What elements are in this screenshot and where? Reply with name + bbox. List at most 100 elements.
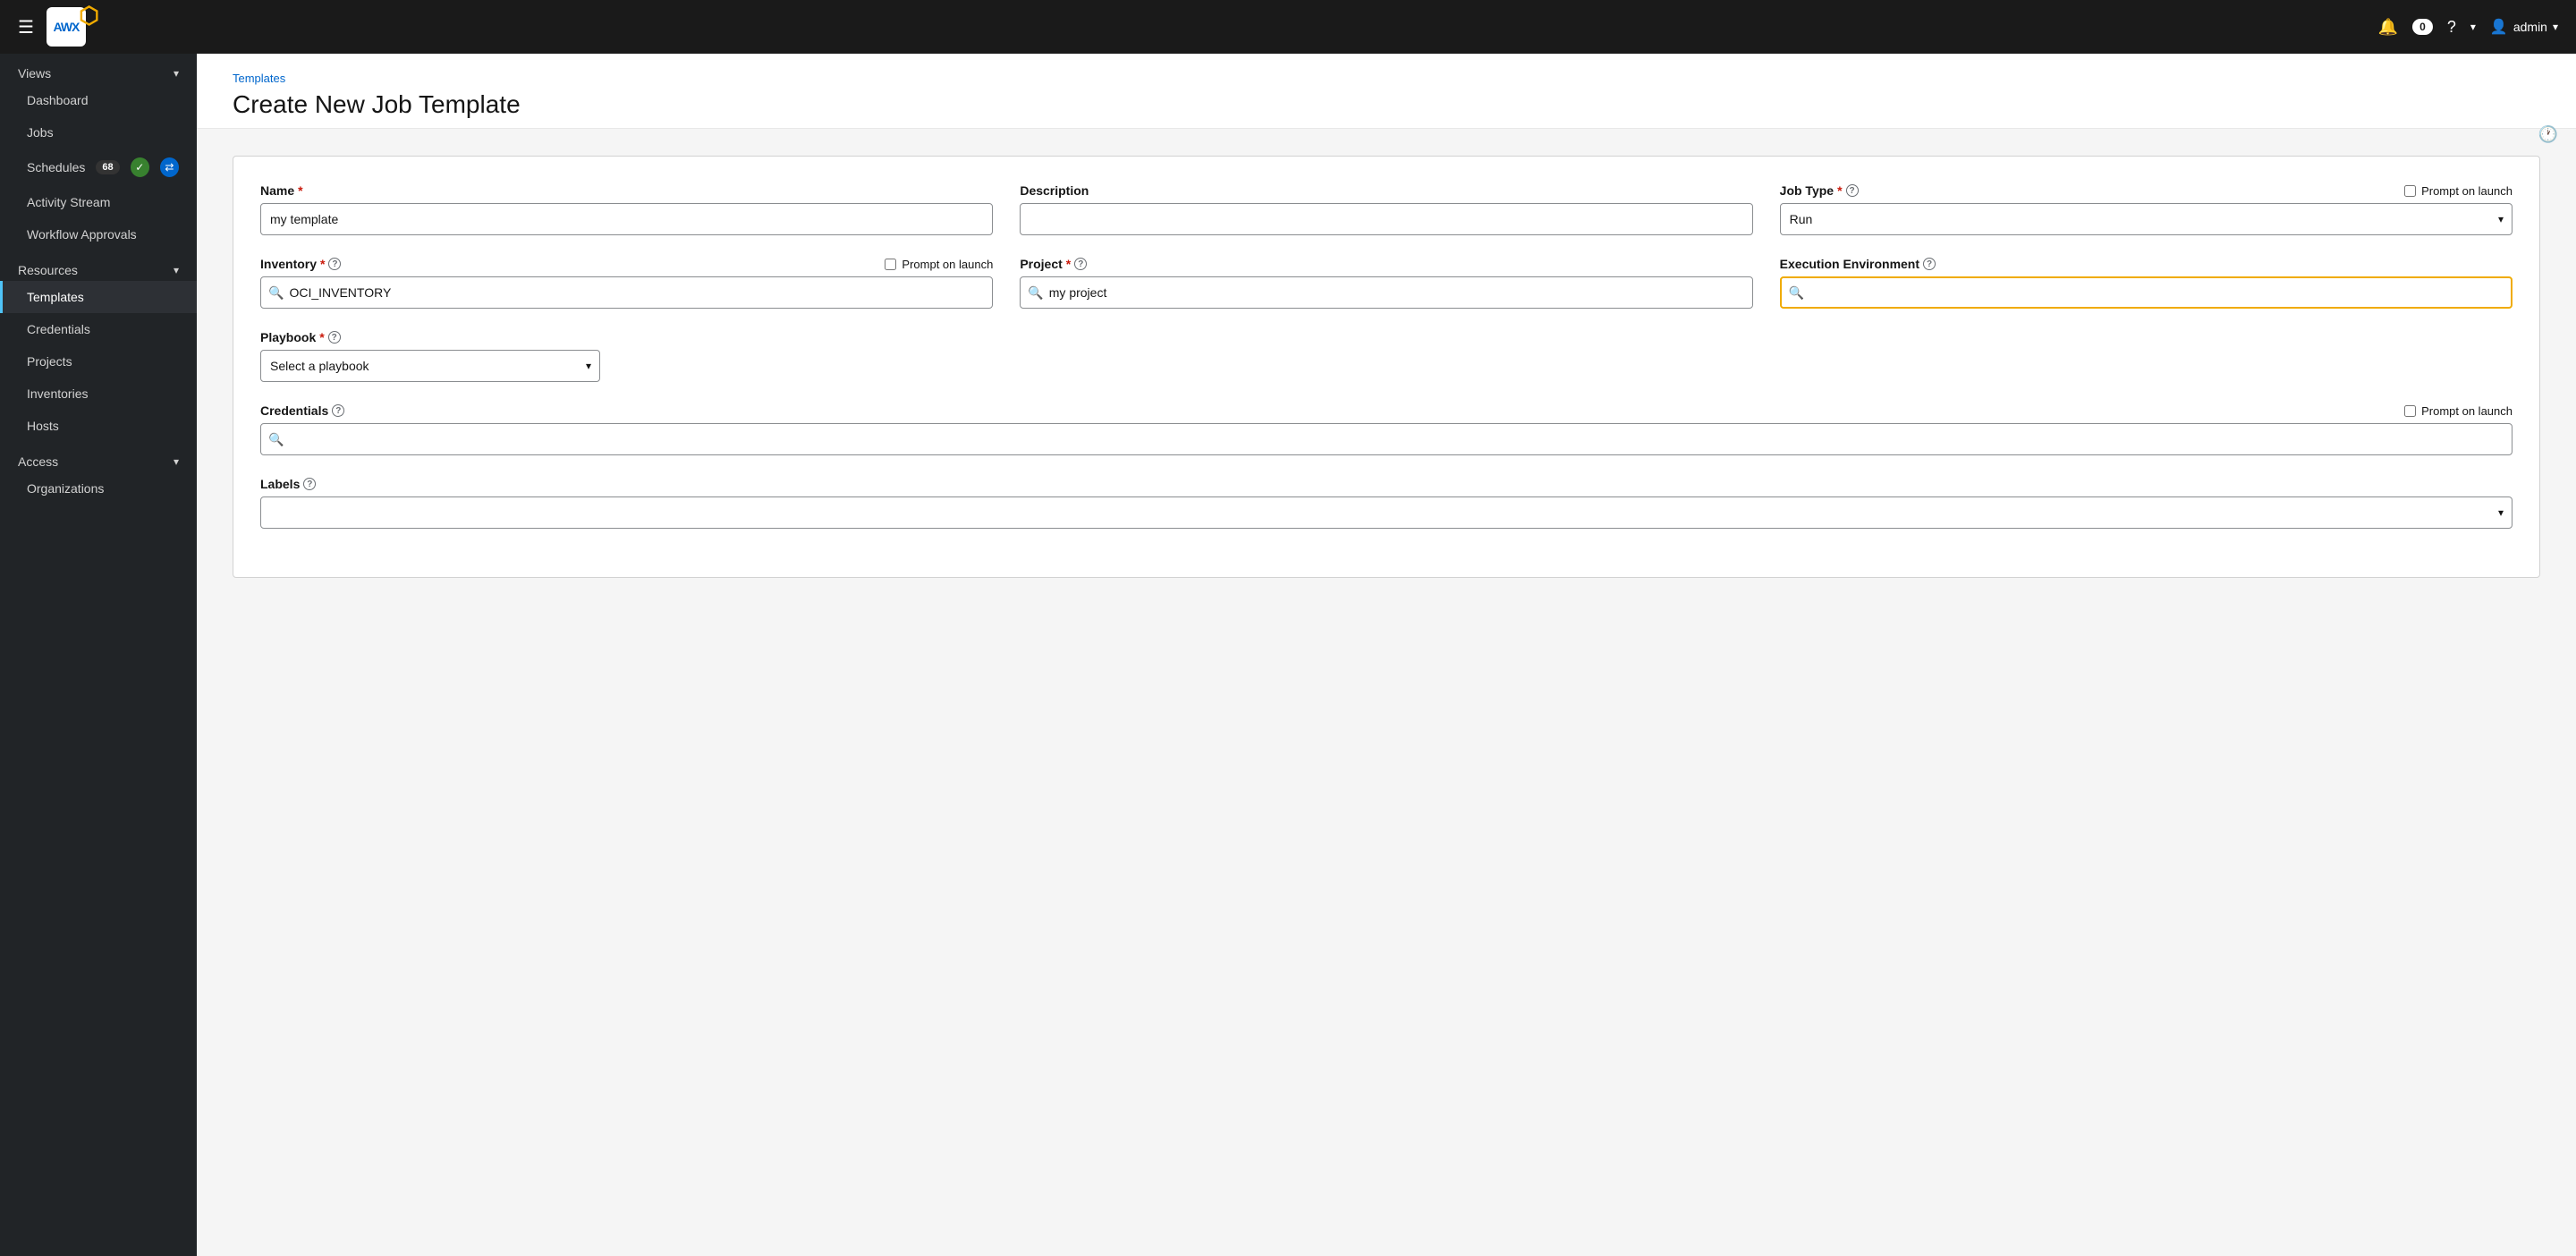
playbook-required-star: * (319, 330, 324, 344)
credentials-prompt-checkbox[interactable] (2404, 405, 2416, 417)
sidebar-item-dashboard[interactable]: Dashboard (0, 84, 197, 116)
inventory-label: Inventory * ? (260, 257, 341, 271)
inventory-prompt-group: Prompt on launch (885, 258, 993, 271)
credentials-label: Credentials ? (260, 403, 344, 418)
labels-help-icon[interactable]: ? (303, 478, 316, 490)
execution-env-input[interactable] (1809, 285, 2504, 300)
form-row-5: Labels ? ▾ (260, 477, 2512, 529)
name-label: Name * (260, 183, 993, 198)
labels-label: Labels ? (260, 477, 2512, 491)
project-required-star: * (1066, 257, 1071, 271)
notifications-bell-icon[interactable]: 🔔 (2378, 18, 2398, 37)
labels-select-wrap: ▾ (260, 496, 2512, 529)
help-icon[interactable]: ? (2447, 18, 2456, 37)
name-input[interactable] (260, 203, 993, 235)
user-chevron-icon[interactable]: ▾ (2553, 21, 2558, 33)
sidebar-item-workflow-approvals[interactable]: Workflow Approvals (0, 218, 197, 250)
access-section-header: Access ▾ (0, 442, 197, 472)
labels-select[interactable] (260, 496, 2512, 529)
credentials-label-row: Credentials ? Prompt on launch (260, 403, 2512, 418)
sidebar-item-projects[interactable]: Projects (0, 345, 197, 378)
execution-env-label: Execution Environment ? (1780, 257, 2512, 271)
schedules-count-badge: 68 (96, 160, 119, 174)
execution-env-search-wrap[interactable]: 🔍 (1780, 276, 2512, 309)
help-chevron-icon[interactable]: ▾ (2470, 21, 2476, 33)
notification-count-badge: 0 (2412, 19, 2433, 35)
execution-env-search-icon: 🔍 (1789, 285, 1804, 301)
job-type-required-star: * (1837, 183, 1842, 198)
views-chevron-icon[interactable]: ▾ (174, 67, 179, 80)
access-chevron-icon[interactable]: ▾ (174, 455, 179, 468)
job-type-prompt-group: Prompt on launch (2404, 184, 2512, 198)
execution-env-field-group: Execution Environment ? 🔍 (1780, 257, 2512, 309)
project-field-group: Project * ? 🔍 (1020, 257, 1752, 309)
description-label: Description (1020, 183, 1752, 198)
history-icon[interactable]: 🕐 (2538, 125, 2558, 143)
form-row-1: Name * Description (260, 183, 2512, 235)
page-title: Create New Job Template (233, 90, 2540, 119)
credentials-prompt-group: Prompt on launch (2404, 404, 2512, 418)
credentials-help-icon[interactable]: ? (332, 404, 344, 417)
inventory-search-icon: 🔍 (268, 285, 284, 301)
execution-env-help-icon[interactable]: ? (1923, 258, 1936, 270)
hamburger-menu-icon[interactable]: ☰ (18, 16, 34, 38)
job-type-label: Job Type * ? (1780, 183, 1859, 198)
form-area: Name * Description (197, 129, 2576, 1256)
credentials-search-wrap[interactable]: 🔍 (260, 423, 2512, 455)
hex-decoration: ⬡ (79, 2, 98, 30)
resources-section-header: Resources ▾ (0, 250, 197, 281)
user-menu[interactable]: 👤 admin ▾ (2490, 18, 2558, 36)
sidebar-item-hosts[interactable]: Hosts (0, 410, 197, 442)
playbook-select[interactable]: Select a playbook (260, 350, 600, 382)
job-type-select-wrap: Run ▾ (1780, 203, 2512, 235)
schedules-blue-badge: ⇄ (160, 157, 179, 177)
job-type-select[interactable]: Run (1780, 203, 2512, 235)
name-required-star: * (298, 183, 302, 198)
sidebar-item-templates[interactable]: Templates (0, 281, 197, 313)
description-input[interactable] (1020, 203, 1752, 235)
inventory-input[interactable] (289, 285, 985, 300)
sidebar-item-activity-stream[interactable]: Activity Stream (0, 186, 197, 218)
job-type-help-icon[interactable]: ? (1846, 184, 1859, 197)
inventory-prompt-checkbox[interactable] (885, 259, 896, 270)
form-row-2: Inventory * ? Prompt on launch 🔍 (260, 257, 2512, 309)
job-type-label-row: Job Type * ? Prompt on launch (1780, 183, 2512, 198)
schedules-green-badge: ✓ (131, 157, 149, 177)
project-search-wrap[interactable]: 🔍 (1020, 276, 1752, 309)
playbook-field-group: Playbook * ? Select a playbook ▾ (260, 330, 600, 382)
inventory-search-wrap[interactable]: 🔍 (260, 276, 993, 309)
form-card: Name * Description (233, 156, 2540, 578)
views-section-header: Views ▾ (0, 54, 197, 84)
name-field-group: Name * (260, 183, 993, 235)
main-content: Templates Create New Job Template 🕐 Name… (197, 54, 2576, 1256)
user-icon: 👤 (2490, 18, 2508, 36)
inventory-help-icon[interactable]: ? (328, 258, 341, 270)
playbook-label: Playbook * ? (260, 330, 600, 344)
inventory-field-group: Inventory * ? Prompt on launch 🔍 (260, 257, 993, 309)
project-input[interactable] (1049, 285, 1745, 300)
breadcrumb[interactable]: Templates (233, 72, 2540, 85)
playbook-help-icon[interactable]: ? (328, 331, 341, 344)
sidebar: Views ▾ Dashboard Jobs Schedules 68 ✓ ⇄ … (0, 54, 197, 1256)
sidebar-item-inventories[interactable]: Inventories (0, 378, 197, 410)
inventory-required-star: * (320, 257, 325, 271)
credentials-search-icon: 🔍 (268, 432, 284, 447)
sidebar-item-credentials[interactable]: Credentials (0, 313, 197, 345)
content-header: Templates Create New Job Template 🕐 (197, 54, 2576, 129)
job-type-prompt-checkbox[interactable] (2404, 185, 2416, 197)
credentials-input[interactable] (289, 432, 2504, 446)
topnav: ☰ AWX ⬡ 🔔 0 ? ▾ 👤 admin ▾ (0, 0, 2576, 54)
project-search-icon: 🔍 (1028, 285, 1043, 301)
credentials-field-group: Credentials ? Prompt on launch 🔍 (260, 403, 2512, 455)
form-row-3: Playbook * ? Select a playbook ▾ (260, 330, 2512, 382)
sidebar-item-jobs[interactable]: Jobs (0, 116, 197, 149)
project-help-icon[interactable]: ? (1074, 258, 1087, 270)
project-label: Project * ? (1020, 257, 1752, 271)
sidebar-item-organizations[interactable]: Organizations (0, 472, 197, 505)
sidebar-item-schedules[interactable]: Schedules 68 ✓ ⇄ (0, 149, 197, 186)
labels-field-group: Labels ? ▾ (260, 477, 2512, 529)
playbook-select-wrap: Select a playbook ▾ (260, 350, 600, 382)
header-actions: 🕐 (2538, 125, 2558, 144)
resources-chevron-icon[interactable]: ▾ (174, 264, 179, 276)
form-row-4: Credentials ? Prompt on launch 🔍 (260, 403, 2512, 455)
